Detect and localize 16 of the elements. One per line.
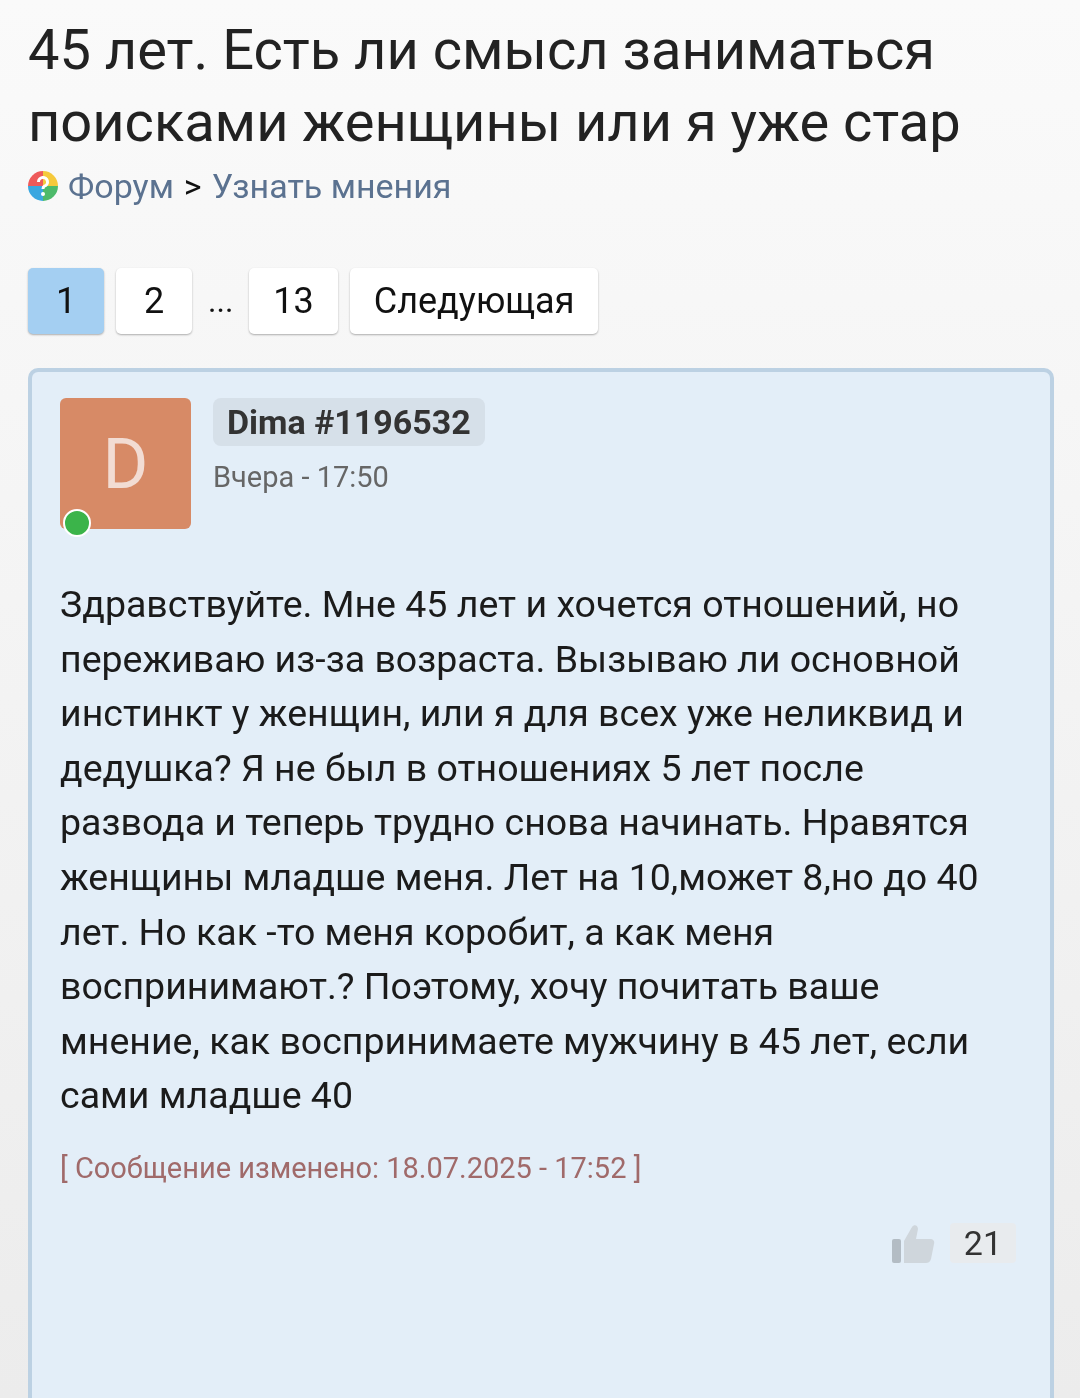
page-button[interactable]: 1 (28, 268, 104, 334)
post-time: Вчера - 17:50 (213, 460, 389, 494)
forum-icon (28, 171, 58, 201)
next-page-button[interactable]: Следующая (349, 268, 599, 334)
page-button[interactable]: 2 (116, 268, 192, 334)
breadcrumb-link[interactable]: Форум (68, 166, 174, 206)
page-title: 45 лет. Есть ли смысл заниматься поисками женщины или я уже стар (28, 16, 962, 157)
like-count: 21 (949, 1222, 1016, 1263)
post-text: Здравствуйте. Мне 45 лет и хочется отношений, но переживаю из-за возраста. Вызываю ли основной инстинкт у женщин, или я для всех уже неликвид и дедушка? Я не был в отношениях 5 лет после развода и теперь трудно снова начинать. Нравятся женщины младше меня. Лет на 10,может 8,но до 40 лет. Но как -то меня коробит, а как меня воспринимают.? Поэтому, хочу почитать ваше мнение, как воспринимаете мужчину в 45 лет, если сами младше 40 (60, 581, 980, 1120)
pagination-ellipsis: ... (207, 282, 235, 320)
edited-note: [ Сообщение изменено: 18.07.2025 - 17:52 ] (60, 1150, 643, 1185)
breadcrumb-link[interactable]: Узнать мнения (211, 166, 452, 206)
thumbs-up-icon[interactable] (891, 1222, 936, 1263)
breadcrumb-separator: > (183, 166, 202, 206)
author-name[interactable]: Dima #1196532 (213, 398, 485, 446)
page-button[interactable]: 13 (249, 268, 338, 334)
